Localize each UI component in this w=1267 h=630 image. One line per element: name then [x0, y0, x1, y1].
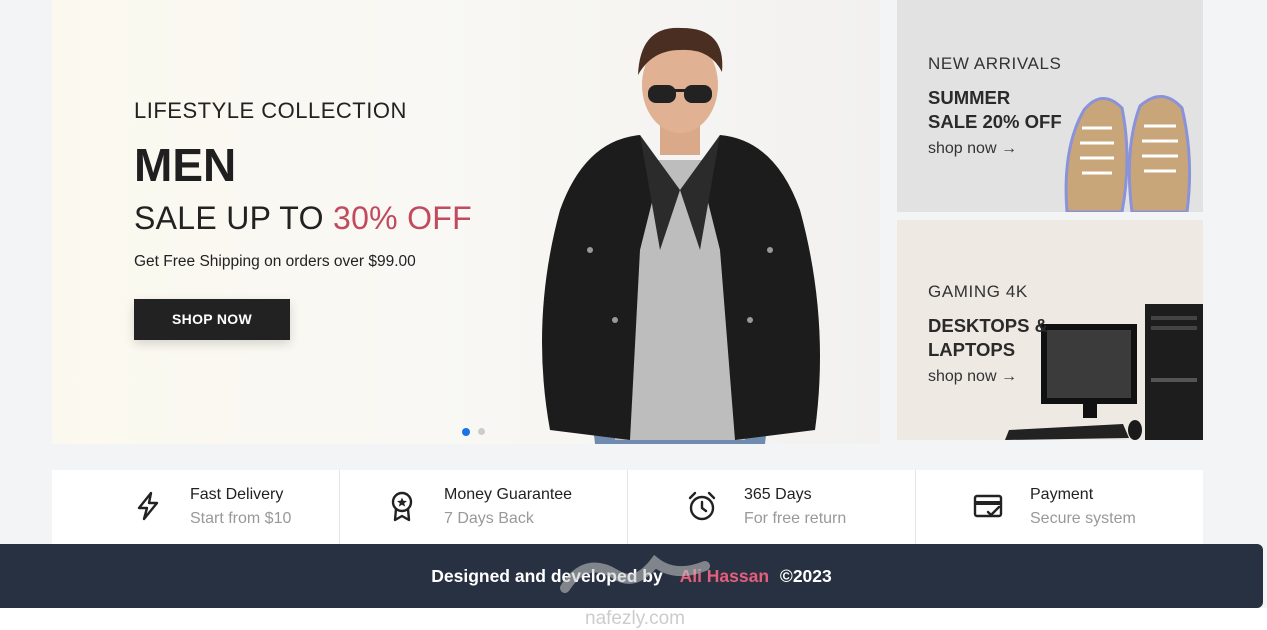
hero-sale-prefix: SALE UP TO	[134, 200, 324, 236]
shop-now-link[interactable]: shop now →	[928, 368, 1017, 386]
promo-headline: SUMMER SALE 20% OFF	[928, 87, 1062, 132]
sneakers-image	[1064, 95, 1192, 212]
footer-text: Designed and developed by	[431, 566, 663, 586]
page-bottom	[0, 608, 1267, 630]
feature-title: Payment	[1030, 486, 1094, 503]
feature-subtitle: Secure system	[1030, 510, 1136, 527]
promo-card-gaming[interactable]: GAMING 4K DESKTOPS & LAPTOPS shop now →	[897, 220, 1203, 440]
feature-title: 365 Days	[744, 486, 812, 503]
feature-subtitle: For free return	[744, 510, 847, 527]
model-image	[542, 27, 820, 444]
alarm-clock-icon	[688, 491, 716, 521]
feature-fast-delivery: Fast Delivery Start from $10	[52, 470, 340, 544]
hero-text: LIFESTYLE COLLECTION MEN SALE UP TO 30% …	[134, 98, 472, 340]
slider-dot-2[interactable]	[478, 428, 485, 435]
footer: Designed and developed by Ali Hassan ©20…	[0, 544, 1263, 608]
feature-365-days: 365 Days For free return	[628, 470, 916, 544]
promo-kicker: GAMING 4K	[928, 282, 1028, 301]
promo-card-new-arrivals[interactable]: NEW ARRIVALS SUMMER SALE 20% OFF shop no…	[897, 0, 1203, 212]
award-badge-icon	[391, 491, 413, 522]
lightning-icon	[137, 491, 159, 521]
hero-sale: SALE UP TO 30% OFF	[134, 200, 472, 237]
slider-dots[interactable]	[462, 427, 485, 436]
shop-now-link[interactable]: shop now →	[928, 140, 1017, 158]
feature-title: Money Guarantee	[444, 486, 573, 503]
credit-card-icon	[973, 494, 1003, 518]
feature-subtitle: 7 Days Back	[444, 510, 534, 527]
feature-title: Fast Delivery	[190, 486, 284, 503]
feature-subtitle: Start from $10	[190, 510, 292, 527]
feature-payment: Payment Secure system	[916, 470, 1203, 544]
feature-money-guarantee: Money Guarantee 7 Days Back	[340, 470, 628, 544]
hero-subtitle: LIFESTYLE COLLECTION	[134, 98, 407, 123]
promo-headline: DESKTOPS & LAPTOPS	[928, 315, 1048, 360]
hero-title: MEN	[134, 139, 237, 191]
page: LIFESTYLE COLLECTION MEN SALE UP TO 30% …	[0, 0, 1267, 630]
promo-text: NEW ARRIVALS SUMMER SALE 20% OFF shop no…	[928, 54, 1062, 158]
hero-sale-accent: 30% OFF	[332, 200, 472, 236]
shop-now-button[interactable]: SHOP NOW	[134, 299, 290, 340]
promo-kicker: NEW ARRIVALS	[928, 54, 1062, 73]
hero-shipping-text: Get Free Shipping on orders over $99.00	[134, 253, 416, 270]
promo-text: GAMING 4K DESKTOPS & LAPTOPS shop now →	[928, 282, 1048, 386]
features-bar: Fast Delivery Start from $10 Money Guara…	[52, 470, 1203, 544]
hero-slider[interactable]: LIFESTYLE COLLECTION MEN SALE UP TO 30% …	[52, 0, 880, 444]
author-name-link[interactable]: Ali Hassan	[680, 566, 769, 586]
copyright-text: ©2023	[779, 566, 832, 586]
slider-dot-1[interactable]	[462, 427, 470, 436]
